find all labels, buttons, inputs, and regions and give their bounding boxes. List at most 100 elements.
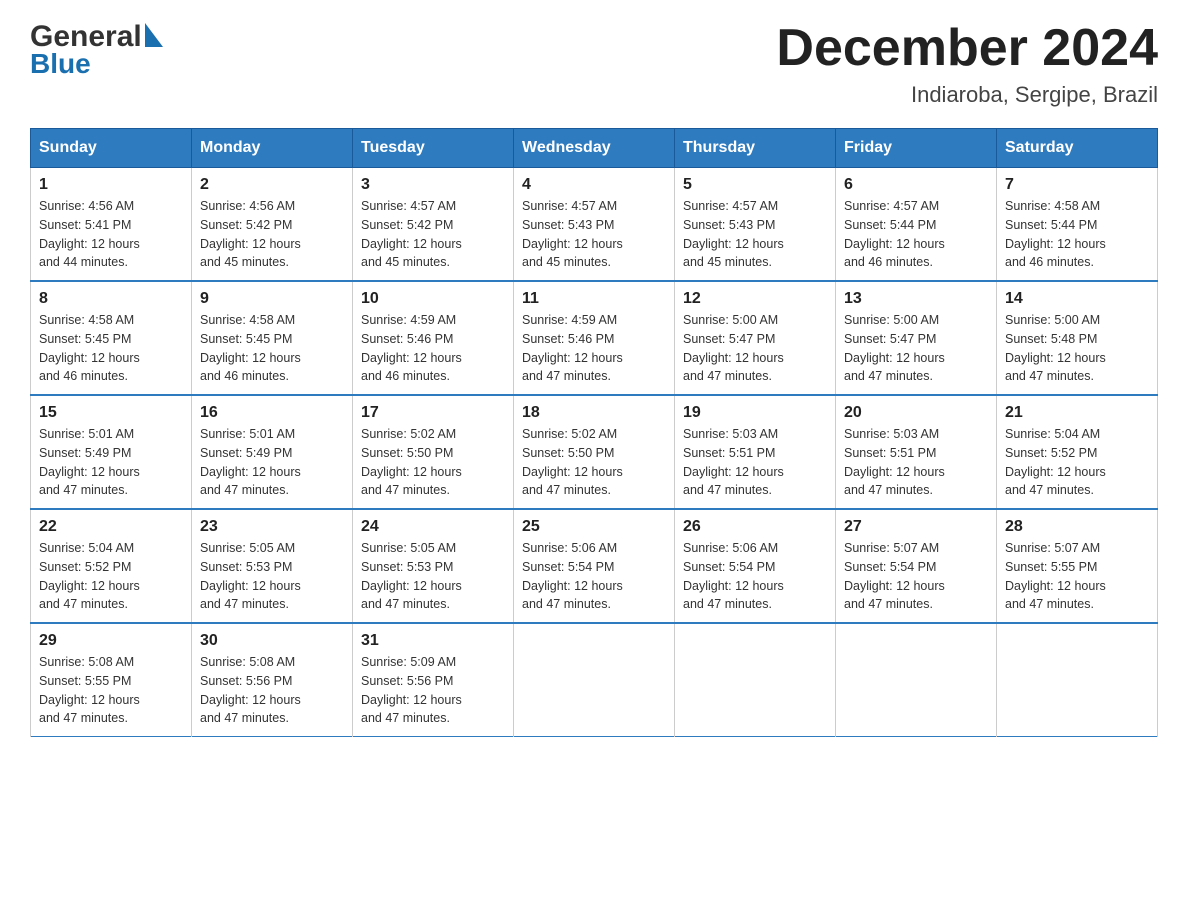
calendar-cell: 27 Sunrise: 5:07 AMSunset: 5:54 PMDayligh… <box>836 509 997 623</box>
calendar-cell: 6Sunrise: 4:57 AMSunset: 5:44 PMDaylight… <box>836 168 997 282</box>
calendar-cell: 5 Sunrise: 4:57 AMSunset: 5:43 PMDaylight… <box>675 168 836 282</box>
day-number: 8 <box>39 290 183 308</box>
calendar-cell: 26Sunrise: 5:06 AMSunset: 5:54 PMDayligh… <box>675 509 836 623</box>
day-number: 3 <box>361 176 505 194</box>
calendar-cell: 11Sunrise: 4:59 AMSunset: 5:46 PMDayligh… <box>514 281 675 395</box>
calendar-cell: 25 Sunrise: 5:06 AMSunset: 5:54 PMDayligh… <box>514 509 675 623</box>
day-info: Sunrise: 4:56 AMSunset: 5:42 PMDaylight:… <box>200 197 344 272</box>
calendar-cell <box>675 623 836 737</box>
day-info: Sunrise: 5:00 AMSunset: 5:47 PMDaylight:… <box>844 311 988 386</box>
day-number: 16 <box>200 404 344 422</box>
calendar-cell: 10 Sunrise: 4:59 AMSunset: 5:46 PMDayligh… <box>353 281 514 395</box>
logo-area: General Blue <box>30 20 163 80</box>
day-info: Sunrise: 4:58 AMSunset: 5:45 PMDaylight:… <box>200 311 344 386</box>
day-number: 26 <box>683 518 827 536</box>
calendar-week-row: 8 Sunrise: 4:58 AMSunset: 5:45 PMDaylight… <box>31 281 1158 395</box>
day-info: Sunrise: 5:07 AMSunset: 5:55 PMDaylight:… <box>1005 539 1149 614</box>
calendar-title: December 2024 <box>776 20 1158 77</box>
day-info: Sunrise: 5:05 AMSunset: 5:53 PMDaylight:… <box>361 539 505 614</box>
calendar-week-row: 29Sunrise: 5:08 AMSunset: 5:55 PMDayligh… <box>31 623 1158 737</box>
day-number: 31 <box>361 632 505 650</box>
day-number: 14 <box>1005 290 1149 308</box>
day-info: Sunrise: 5:08 AMSunset: 5:55 PMDaylight:… <box>39 653 183 728</box>
calendar-cell: 20 Sunrise: 5:03 AMSunset: 5:51 PMDayligh… <box>836 395 997 509</box>
day-number: 24 <box>361 518 505 536</box>
header-thursday: Thursday <box>675 129 836 168</box>
calendar-cell: 29Sunrise: 5:08 AMSunset: 5:55 PMDayligh… <box>31 623 192 737</box>
day-info: Sunrise: 4:56 AMSunset: 5:41 PMDaylight:… <box>39 197 183 272</box>
day-info: Sunrise: 5:05 AMSunset: 5:53 PMDaylight:… <box>200 539 344 614</box>
day-info: Sunrise: 4:57 AMSunset: 5:44 PMDaylight:… <box>844 197 988 272</box>
day-number: 15 <box>39 404 183 422</box>
calendar-cell: 16 Sunrise: 5:01 AMSunset: 5:49 PMDayligh… <box>192 395 353 509</box>
day-number: 22 <box>39 518 183 536</box>
day-info: Sunrise: 5:02 AMSunset: 5:50 PMDaylight:… <box>522 425 666 500</box>
day-number: 18 <box>522 404 666 422</box>
day-number: 28 <box>1005 518 1149 536</box>
day-info: Sunrise: 5:00 AMSunset: 5:47 PMDaylight:… <box>683 311 827 386</box>
day-info: Sunrise: 4:57 AMSunset: 5:43 PMDaylight:… <box>522 197 666 272</box>
day-info: Sunrise: 5:07 AMSunset: 5:54 PMDaylight:… <box>844 539 988 614</box>
day-info: Sunrise: 5:03 AMSunset: 5:51 PMDaylight:… <box>683 425 827 500</box>
calendar-cell: 13Sunrise: 5:00 AMSunset: 5:47 PMDayligh… <box>836 281 997 395</box>
day-info: Sunrise: 4:59 AMSunset: 5:46 PMDaylight:… <box>522 311 666 386</box>
day-number: 4 <box>522 176 666 194</box>
calendar-cell <box>514 623 675 737</box>
day-info: Sunrise: 5:04 AMSunset: 5:52 PMDaylight:… <box>39 539 183 614</box>
calendar-cell: 1 Sunrise: 4:56 AMSunset: 5:41 PMDaylight… <box>31 168 192 282</box>
calendar-subtitle: Indiaroba, Sergipe, Brazil <box>776 82 1158 108</box>
day-number: 5 <box>683 176 827 194</box>
calendar-week-row: 22 Sunrise: 5:04 AMSunset: 5:52 PMDayligh… <box>31 509 1158 623</box>
day-info: Sunrise: 5:01 AMSunset: 5:49 PMDaylight:… <box>39 425 183 500</box>
calendar-cell: 2 Sunrise: 4:56 AMSunset: 5:42 PMDaylight… <box>192 168 353 282</box>
day-info: Sunrise: 4:58 AMSunset: 5:45 PMDaylight:… <box>39 311 183 386</box>
day-number: 17 <box>361 404 505 422</box>
calendar-cell: 8 Sunrise: 4:58 AMSunset: 5:45 PMDaylight… <box>31 281 192 395</box>
day-info: Sunrise: 5:08 AMSunset: 5:56 PMDaylight:… <box>200 653 344 728</box>
day-number: 30 <box>200 632 344 650</box>
calendar-cell: 30 Sunrise: 5:08 AMSunset: 5:56 PMDayligh… <box>192 623 353 737</box>
day-number: 27 <box>844 518 988 536</box>
day-info: Sunrise: 4:59 AMSunset: 5:46 PMDaylight:… <box>361 311 505 386</box>
calendar-cell <box>836 623 997 737</box>
calendar-cell: 17 Sunrise: 5:02 AMSunset: 5:50 PMDayligh… <box>353 395 514 509</box>
day-number: 21 <box>1005 404 1149 422</box>
day-number: 10 <box>361 290 505 308</box>
calendar-cell: 22 Sunrise: 5:04 AMSunset: 5:52 PMDayligh… <box>31 509 192 623</box>
day-number: 20 <box>844 404 988 422</box>
header-monday: Monday <box>192 129 353 168</box>
day-number: 12 <box>683 290 827 308</box>
day-info: Sunrise: 5:03 AMSunset: 5:51 PMDaylight:… <box>844 425 988 500</box>
day-number: 7 <box>1005 176 1149 194</box>
day-number: 23 <box>200 518 344 536</box>
day-info: Sunrise: 5:01 AMSunset: 5:49 PMDaylight:… <box>200 425 344 500</box>
day-info: Sunrise: 5:06 AMSunset: 5:54 PMDaylight:… <box>522 539 666 614</box>
calendar-cell: 15 Sunrise: 5:01 AMSunset: 5:49 PMDayligh… <box>31 395 192 509</box>
calendar-week-row: 15 Sunrise: 5:01 AMSunset: 5:49 PMDayligh… <box>31 395 1158 509</box>
title-area: December 2024 Indiaroba, Sergipe, Brazil <box>776 20 1158 108</box>
day-info: Sunrise: 4:57 AMSunset: 5:43 PMDaylight:… <box>683 197 827 272</box>
day-number: 25 <box>522 518 666 536</box>
calendar-cell: 9 Sunrise: 4:58 AMSunset: 5:45 PMDaylight… <box>192 281 353 395</box>
day-number: 9 <box>200 290 344 308</box>
calendar-cell: 19Sunrise: 5:03 AMSunset: 5:51 PMDayligh… <box>675 395 836 509</box>
header-wednesday: Wednesday <box>514 129 675 168</box>
calendar-cell: 4 Sunrise: 4:57 AMSunset: 5:43 PMDaylight… <box>514 168 675 282</box>
day-info: Sunrise: 5:02 AMSunset: 5:50 PMDaylight:… <box>361 425 505 500</box>
calendar-table: SundayMondayTuesdayWednesdayThursdayFrid… <box>30 128 1158 737</box>
day-info: Sunrise: 4:57 AMSunset: 5:42 PMDaylight:… <box>361 197 505 272</box>
day-info: Sunrise: 5:04 AMSunset: 5:52 PMDaylight:… <box>1005 425 1149 500</box>
day-number: 1 <box>39 176 183 194</box>
calendar-cell: 24 Sunrise: 5:05 AMSunset: 5:53 PMDayligh… <box>353 509 514 623</box>
day-number: 2 <box>200 176 344 194</box>
calendar-cell: 7 Sunrise: 4:58 AMSunset: 5:44 PMDaylight… <box>997 168 1158 282</box>
page-header: General Blue December 2024 Indiaroba, Se… <box>30 20 1158 108</box>
day-info: Sunrise: 4:58 AMSunset: 5:44 PMDaylight:… <box>1005 197 1149 272</box>
day-info: Sunrise: 5:00 AMSunset: 5:48 PMDaylight:… <box>1005 311 1149 386</box>
day-info: Sunrise: 5:09 AMSunset: 5:56 PMDaylight:… <box>361 653 505 728</box>
calendar-cell: 23 Sunrise: 5:05 AMSunset: 5:53 PMDayligh… <box>192 509 353 623</box>
calendar-cell: 28 Sunrise: 5:07 AMSunset: 5:55 PMDayligh… <box>997 509 1158 623</box>
calendar-cell: 12 Sunrise: 5:00 AMSunset: 5:47 PMDayligh… <box>675 281 836 395</box>
calendar-cell: 14 Sunrise: 5:00 AMSunset: 5:48 PMDayligh… <box>997 281 1158 395</box>
header-saturday: Saturday <box>997 129 1158 168</box>
